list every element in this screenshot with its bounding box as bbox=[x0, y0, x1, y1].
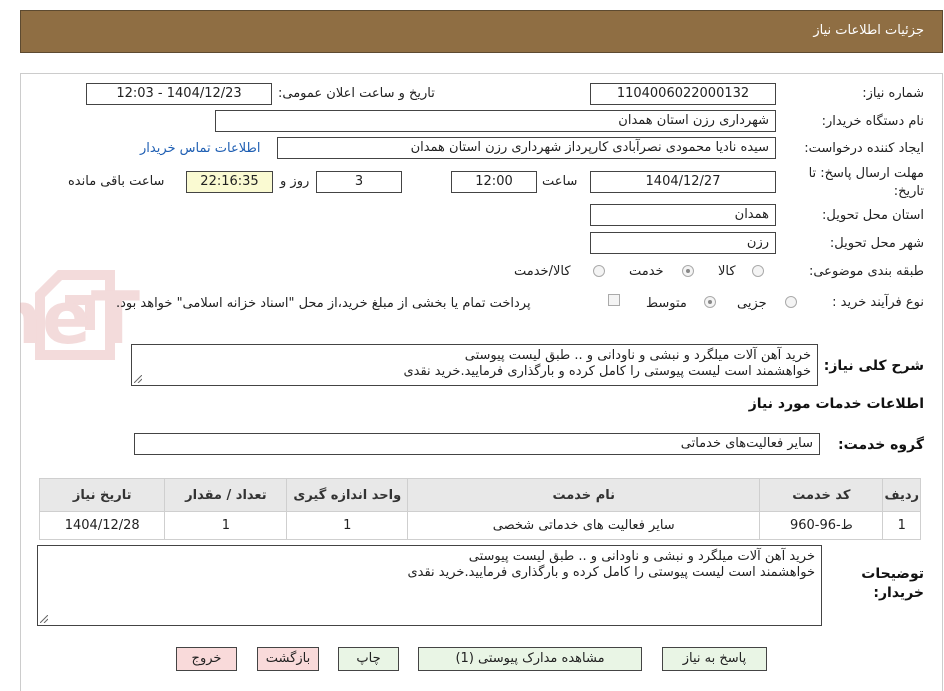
buyer-org-field[interactable]: شهرداری رزن استان همدان bbox=[215, 110, 776, 132]
category-radio-goods[interactable] bbox=[752, 265, 764, 277]
need-number-label: شماره نیاز: bbox=[862, 86, 924, 101]
remaining-time-label: ساعت باقی مانده bbox=[68, 174, 165, 189]
announce-date-field[interactable]: 1404/12/23 - 12:03 bbox=[86, 83, 272, 105]
process-radio-minor[interactable] bbox=[785, 296, 797, 308]
service-group-label: گروه خدمت: bbox=[838, 437, 924, 453]
remaining-time-field: 22:16:35 bbox=[186, 171, 273, 193]
deadline-time-field[interactable]: 12:00 bbox=[451, 171, 537, 193]
resize-handle-icon[interactable] bbox=[40, 615, 48, 623]
cell-need-date: 1404/12/28 bbox=[38, 511, 166, 540]
buyer-notes-textarea[interactable]: خرید آهن آلات میلگرد و نبشی و ناودانی و … bbox=[37, 545, 822, 626]
city-field[interactable]: رزن bbox=[590, 232, 776, 254]
category-option-goods-service: کالا/خدمت bbox=[514, 264, 571, 279]
category-radio-goods-service[interactable] bbox=[593, 265, 605, 277]
col-header-need-date: تاریخ نیاز bbox=[38, 478, 166, 512]
province-label: استان محل تحویل: bbox=[822, 208, 924, 223]
deadline-label: مهلت ارسال پاسخ: تا bbox=[808, 166, 924, 181]
col-header-row-number: ردیف bbox=[882, 478, 921, 512]
announce-date-label: تاریخ و ساعت اعلان عمومی: bbox=[278, 86, 435, 101]
treasury-payment-note: پرداخت تمام یا بخشی از مبلغ خرید،از محل … bbox=[116, 296, 531, 311]
description-textarea[interactable]: خرید آهن آلات میلگرد و نبشی و ناودانی و … bbox=[131, 344, 818, 386]
cell-quantity: 1 bbox=[164, 511, 288, 540]
buyer-contact-link[interactable]: اطلاعات تماس خریدار bbox=[140, 141, 260, 156]
services-section-title: اطلاعات خدمات مورد نیاز bbox=[748, 396, 924, 412]
cell-service-code: ط-96-960 bbox=[759, 511, 884, 540]
print-button[interactable]: چاپ bbox=[338, 647, 399, 671]
remaining-days-field[interactable]: 3 bbox=[316, 171, 402, 193]
table-header-row: ردیف کد خدمت نام خدمت واحد اندازه گیری ت… bbox=[38, 478, 921, 512]
creator-field[interactable]: سیده نادیا محمودی نصرآبادی کارپرداز شهرد… bbox=[277, 137, 776, 159]
days-label: روز و bbox=[280, 174, 310, 189]
service-group-field[interactable]: سایر فعالیت‌های خدماتی bbox=[134, 433, 820, 455]
view-attachments-button[interactable]: مشاهده مدارک پیوستی (1) bbox=[418, 647, 642, 671]
resize-handle-icon[interactable] bbox=[134, 375, 142, 383]
process-radio-medium[interactable] bbox=[704, 296, 716, 308]
description-label: شرح کلی نیاز: bbox=[823, 358, 924, 374]
process-option-minor: جزیی bbox=[737, 296, 767, 311]
cell-service-name: سایر فعالیت های خدماتی شخصی bbox=[407, 511, 761, 540]
buyer-notes-label: توضیحات bbox=[861, 566, 924, 582]
cell-row-number: 1 bbox=[882, 511, 921, 540]
buyer-notes-line-2: خواهشمند است لیست پیوستی را کامل کرده و … bbox=[407, 565, 815, 580]
cell-unit: 1 bbox=[286, 511, 409, 540]
services-table: ردیف کد خدمت نام خدمت واحد اندازه گیری ت… bbox=[38, 478, 921, 540]
buyer-notes-label-2: خریدار: bbox=[873, 585, 924, 601]
back-button[interactable]: بازگشت bbox=[257, 647, 319, 671]
province-field[interactable]: همدان bbox=[590, 204, 776, 226]
respond-button[interactable]: پاسخ به نیاز bbox=[662, 647, 767, 671]
col-header-service-code: کد خدمت bbox=[759, 478, 884, 512]
buyer-org-label: نام دستگاه خریدار: bbox=[821, 114, 924, 129]
col-header-unit: واحد اندازه گیری bbox=[286, 478, 409, 512]
buyer-notes-line-1: خرید آهن آلات میلگرد و نبشی و ناودانی و … bbox=[468, 549, 815, 564]
creator-label: ایجاد کننده درخواست: bbox=[804, 141, 924, 156]
process-option-medium: متوسط bbox=[646, 296, 687, 311]
description-line-2: خواهشمند است لیست پیوستی را کامل کرده و … bbox=[403, 364, 811, 379]
category-option-goods: کالا bbox=[718, 264, 736, 279]
deadline-label-date: تاریخ: bbox=[893, 184, 924, 199]
page-title: جزئیات اطلاعات نیاز bbox=[813, 23, 924, 38]
treasury-payment-checkbox[interactable] bbox=[608, 294, 620, 306]
deadline-time-label: ساعت bbox=[542, 174, 578, 189]
category-option-service: خدمت bbox=[629, 264, 664, 279]
col-header-quantity: تعداد / مقدار bbox=[164, 478, 288, 512]
col-header-service-name: نام خدمت bbox=[407, 478, 761, 512]
city-label: شهر محل تحویل: bbox=[829, 236, 924, 251]
table-row[interactable]: 1 ط-96-960 سایر فعالیت های خدماتی شخصی 1… bbox=[38, 511, 921, 540]
process-label: نوع فرآیند خرید : bbox=[832, 295, 924, 310]
category-radio-service[interactable] bbox=[682, 265, 694, 277]
need-number-field[interactable]: 1104006022000132 bbox=[590, 83, 776, 105]
exit-button[interactable]: خروج bbox=[176, 647, 237, 671]
page-header: جزئیات اطلاعات نیاز bbox=[20, 10, 943, 53]
deadline-date-field[interactable]: 1404/12/27 bbox=[590, 171, 776, 193]
description-line-1: خرید آهن آلات میلگرد و نبشی و ناودانی و … bbox=[464, 348, 811, 363]
category-label: طبقه بندی موضوعی: bbox=[808, 264, 924, 279]
